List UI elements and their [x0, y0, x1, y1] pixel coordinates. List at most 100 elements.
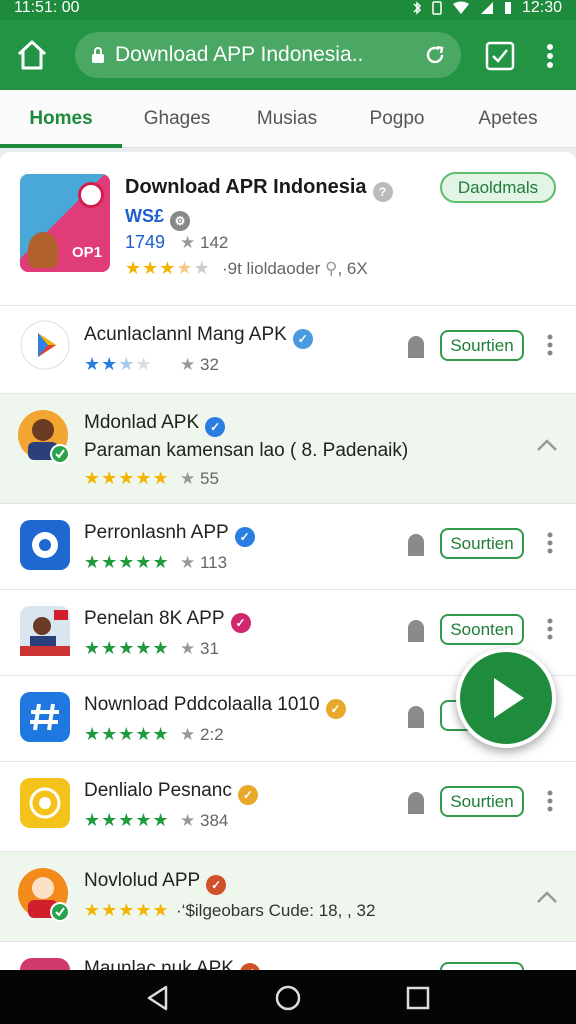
list-item[interactable]: Maunlac nuk APK✓: [0, 942, 576, 970]
featured-app-icon: OP1: [20, 174, 110, 272]
wifi-icon: [452, 1, 469, 14]
play-store-icon: [20, 320, 70, 370]
home-nav-icon[interactable]: [274, 984, 302, 1012]
star-icon: ★: [180, 639, 196, 658]
download-button[interactable]: Daoldmals: [440, 172, 556, 203]
tab-pogpo[interactable]: Pogpo: [342, 90, 452, 148]
search-icon: ⚲: [325, 259, 338, 278]
rating-count: ★ 31: [180, 639, 219, 658]
featured-app-card[interactable]: OP1 Download APR Indonesia? WS£ ⚙ 1749 ★ …: [0, 152, 576, 306]
target-app-icon: [20, 778, 70, 828]
featured-stars: ★★★★★: [125, 258, 211, 278]
list-item[interactable]: Acunlaclannl Mang APK ✓ ★★★★ ★ 32 Sourtie…: [0, 306, 576, 524]
rating-stars: ★★★★★: [84, 810, 170, 830]
recents-icon[interactable]: [404, 984, 432, 1012]
brand-badge-icon: ✓: [237, 785, 258, 805]
more-options-icon[interactable]: [546, 790, 554, 812]
chevron-up-icon[interactable]: [536, 890, 558, 904]
featured-rating-count: ★ 142: [180, 233, 229, 252]
app-subtitle: Paraman kamensan lao ( 8. Padenaik): [84, 440, 409, 461]
install-button[interactable]: [440, 962, 524, 970]
rating-count: ·‘$ilgeobars Cude: 18, , 32: [176, 901, 376, 920]
lock-icon: [92, 47, 104, 63]
rating-stars: ★★★★★: [84, 900, 170, 920]
star-icon: ★: [180, 233, 196, 252]
tab-ghages[interactable]: Ghages: [122, 90, 232, 148]
app-title: Acunlaclannl Mang APK ✓: [84, 324, 313, 349]
app-title: Maunlac nuk APK✓: [84, 958, 260, 970]
brand-badge-icon: ✓: [230, 613, 251, 633]
rating-count: ★ 55: [180, 469, 219, 488]
install-button[interactable]: Sourtien: [440, 330, 524, 361]
info-badge-icon: ?: [372, 182, 393, 202]
featured-icon-label: OP1: [72, 244, 103, 261]
brand-badge-icon: ✓: [206, 875, 227, 895]
featured-app-number: 1749: [125, 232, 166, 252]
more-options-icon[interactable]: [546, 334, 554, 356]
home-icon[interactable]: [14, 37, 50, 73]
app-list: OP1 Download APR Indonesia? WS£ ⚙ 1749 ★ …: [0, 152, 576, 970]
verified-icon: ✓: [234, 527, 255, 547]
tab-switcher-icon[interactable]: [484, 40, 516, 72]
brand-badge-icon: ✓: [325, 699, 346, 719]
reload-icon[interactable]: [423, 43, 447, 67]
list-item[interactable]: Denlialo Pesnanc ✓ ★★★★★ ★ 384 Sourtien: [0, 762, 576, 852]
settings-badge-icon: ⚙: [170, 211, 191, 231]
overflow-menu-icon[interactable]: [540, 42, 560, 70]
rating-stars: ★★★★★: [84, 724, 170, 744]
app-avatar-icon: [18, 410, 70, 464]
chevron-up-icon[interactable]: [536, 438, 558, 452]
rating-count: ★ 32: [180, 355, 219, 374]
more-options-icon[interactable]: [546, 532, 554, 554]
star-icon: ★: [180, 725, 196, 744]
category-tabs: Homes Ghages Musias Pogpo Apetes: [0, 90, 576, 148]
lock-icon: [408, 620, 424, 642]
battery-icon: [504, 2, 511, 14]
chat-app-icon: [20, 520, 70, 570]
cartoon-app-icon: [18, 868, 70, 922]
news-app-icon: [20, 606, 70, 656]
tab-apetes[interactable]: Apetes: [452, 90, 564, 148]
play-icon: [494, 678, 524, 718]
status-clock-right: 12:30: [521, 0, 562, 16]
app-title: Mdonlad APK ✓: [84, 412, 226, 437]
list-item-expanded[interactable]: Novlolud APP ✓ ★★★★★ ·‘$ilgeobars Cude: 1…: [0, 852, 576, 942]
more-options-icon[interactable]: [546, 618, 554, 640]
active-tab-indicator: [0, 144, 122, 148]
list-item-expanded[interactable]: Mdonlad APK ✓ Paraman kamensan lao ( 8. P…: [0, 394, 576, 504]
bluetooth-icon: [413, 1, 422, 15]
star-icon: ★: [180, 469, 196, 488]
status-time: 11:51: 00: [14, 0, 80, 16]
hashtag-app-icon: [20, 692, 70, 742]
status-bar: 11:51: 00 12:30: [0, 0, 576, 20]
play-button[interactable]: [456, 648, 556, 748]
status-icons: 12:30: [412, 0, 562, 16]
lock-icon: [408, 706, 424, 728]
install-button[interactable]: Sourtien: [440, 528, 524, 559]
back-icon[interactable]: [144, 984, 172, 1012]
featured-app-title: Download APR Indonesia?: [125, 176, 393, 202]
app-title: Perronlasnh APP ✓: [84, 522, 255, 547]
star-icon: ★: [180, 355, 196, 374]
brand-badge-icon: ✓: [239, 963, 260, 970]
install-button[interactable]: Soonten: [440, 614, 524, 645]
list-item[interactable]: Perronlasnh APP ✓ ★★★★★ ★ 113 Sourtien: [0, 504, 576, 590]
featured-app-tag: WS£ ⚙: [125, 206, 191, 231]
app-title: Nownload Pddcolaalla 1010 ✓: [84, 694, 346, 719]
featured-extra: ·9t lioldaoder ⚲, 6X: [222, 259, 368, 278]
verified-icon: ✓: [205, 417, 226, 437]
phone-icon: [432, 1, 442, 15]
url-bar[interactable]: Download APP Indonesia..: [75, 32, 461, 78]
rating-count: ★ 2:2: [180, 725, 224, 744]
rating-stars: ★★★★★: [84, 638, 170, 658]
tab-homes[interactable]: Homes: [0, 90, 122, 148]
tab-musias[interactable]: Musias: [232, 90, 342, 148]
install-button[interactable]: Sourtien: [440, 786, 524, 817]
verified-icon: ✓: [292, 329, 313, 349]
lock-icon: [408, 336, 424, 358]
app-title: Novlolud APP ✓: [84, 870, 227, 895]
url-text: Download APP Indonesia..: [115, 43, 364, 66]
browser-toolbar: Download APP Indonesia..: [0, 20, 576, 90]
system-nav-bar: [0, 970, 576, 1024]
lock-icon: [408, 792, 424, 814]
